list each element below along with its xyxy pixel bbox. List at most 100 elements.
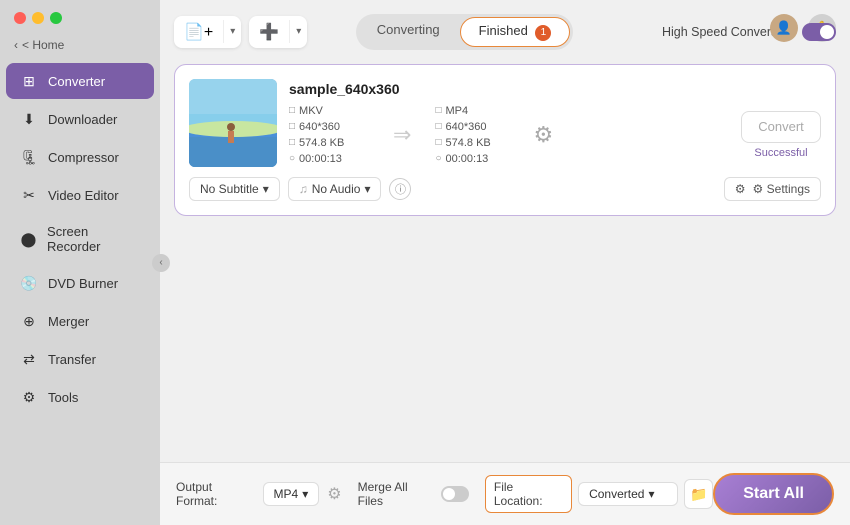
maximize-button[interactable] [50,12,62,24]
output-format-group: Output Format: MP4 ▾ ⚙ [176,480,342,508]
sidebar-item-label: Transfer [48,352,96,367]
traffic-lights [0,0,160,34]
file-header: sample_640x360 □ MKV □ 640*360 □ [189,79,821,167]
chevron-left-icon: ‹ [14,38,18,52]
input-format: □ MKV [289,105,369,117]
file-info: sample_640x360 □ MKV □ 640*360 □ [289,81,821,165]
high-speed-toggle[interactable] [802,23,836,41]
converter-icon: ⊞ [20,72,38,90]
output-meta: □ MP4 □ 640*360 □ 574.8 KB ○ [435,105,515,165]
arrow-icon: ⇒ [393,122,411,148]
add-button[interactable]: ➕ ▾ [249,16,307,48]
output-format-value: MP4 [445,105,468,117]
sidebar-item-converter[interactable]: ⊞ Converter [6,63,154,99]
conversion-status: Successful [754,147,807,159]
subtitle-dropdown[interactable]: No Subtitle ▾ [189,177,280,201]
gear-icon: ⚙ [735,182,746,196]
main-content: 👤 🔔 📄+ ▾ ➕ ▾ Converting Finished 1 [160,0,850,525]
file-location-select[interactable]: Converted ▾ [578,482,678,506]
transfer-icon: ⇄ [20,350,38,368]
minimize-button[interactable] [32,12,44,24]
format-settings-icon[interactable]: ⚙ [327,484,341,504]
collapse-sidebar-button[interactable]: ‹ [152,254,170,272]
output-format-select[interactable]: MP4 ▾ [263,482,320,506]
format-chevron-icon: ▾ [302,487,308,501]
output-format: □ MP4 [435,105,515,117]
sidebar-item-label: Screen Recorder [47,224,140,254]
clock-icon: ○ [289,153,295,164]
audio-chevron-icon: ▾ [364,182,370,196]
sidebar-item-video-editor[interactable]: ✂ Video Editor [6,177,154,213]
folder-icon: 📁 [690,486,707,503]
home-label: < Home [22,38,64,52]
file-title: sample_640x360 [289,81,821,97]
file-card: sample_640x360 □ MKV □ 640*360 □ [174,64,836,216]
info-button[interactable]: ⓘ [389,178,411,200]
downloader-icon: ⬇ [20,110,38,128]
output-resolution-icon: □ [435,121,441,132]
file-location-group: File Location: Converted ▾ 📁 [485,475,713,513]
screen-recorder-icon: ⬤ [20,230,37,248]
sidebar-item-screen-recorder[interactable]: ⬤ Screen Recorder [6,215,154,263]
output-resolution: □ 640*360 [435,121,515,133]
video-editor-icon: ✂ [20,186,38,204]
sidebar-item-tools[interactable]: ⚙ Tools [6,379,154,415]
convert-button-area: Convert Successful [729,111,821,159]
tab-finished-label: Finished [479,23,528,38]
file-meta: □ MKV □ 640*360 □ 574.8 KB ○ [289,105,821,165]
settings-button[interactable]: ⚙ ⚙ Settings [724,177,821,201]
file-controls: No Subtitle ▾ ♫ No Audio ▾ ⓘ ⚙ ⚙ Setting… [189,177,821,201]
sidebar-item-label: Converter [48,74,105,89]
audio-value: No Audio [312,182,361,196]
sidebar-item-label: Downloader [48,112,117,127]
merge-label: Merge All Files [358,480,436,508]
start-all-button[interactable]: Start All [713,473,834,515]
input-meta: □ MKV □ 640*360 □ 574.8 KB ○ [289,105,369,165]
compressor-icon: 🗜 [20,148,38,166]
file-location-label: File Location: [485,475,572,513]
input-resolution: □ 640*360 [289,121,369,133]
input-duration: ○ 00:00:13 [289,153,369,165]
resolution-icon: □ [289,121,295,132]
add-chevron-icon: ▾ [289,20,307,43]
sidebar-item-label: Compressor [48,150,119,165]
input-size-value: 574.8 KB [299,137,344,149]
tools-icon: ⚙ [20,388,38,406]
output-size-value: 574.8 KB [445,137,490,149]
tab-converting[interactable]: Converting [359,17,458,47]
bottom-left-controls: Output Format: MP4 ▾ ⚙ Merge All Files F… [176,475,713,513]
output-size: □ 574.8 KB [435,137,515,149]
add-file-button[interactable]: 📄+ ▾ [174,16,241,48]
home-link[interactable]: ‹ < Home [0,34,160,62]
subtitle-value: No Subtitle [200,182,259,196]
output-gear-icon: ⚙ [533,122,553,148]
high-speed-group: High Speed Conversion [662,23,836,41]
sidebar-item-merger[interactable]: ⊕ Merger [6,303,154,339]
sidebar-item-compressor[interactable]: 🗜 Compressor [6,139,154,175]
file-location-chevron-icon: ▾ [648,487,654,501]
dvd-burner-icon: 💿 [20,274,38,292]
convert-button[interactable]: Convert [741,111,821,143]
sidebar-item-dvd-burner[interactable]: 💿 DVD Burner [6,265,154,301]
sidebar-item-downloader[interactable]: ⬇ Downloader [6,101,154,137]
output-duration-value: 00:00:13 [445,153,488,165]
close-button[interactable] [14,12,26,24]
tab-finished[interactable]: Finished 1 [460,17,571,47]
input-size: □ 574.8 KB [289,137,369,149]
output-size-icon: □ [435,137,441,148]
output-clock-icon: ○ [435,153,441,164]
merge-toggle[interactable] [441,486,469,502]
output-duration: ○ 00:00:13 [435,153,515,165]
output-format-label: Output Format: [176,480,255,508]
input-resolution-value: 640*360 [299,121,340,133]
sidebar-item-transfer[interactable]: ⇄ Transfer [6,341,154,377]
user-avatar[interactable]: 👤 [770,14,798,42]
audio-dropdown[interactable]: ♫ No Audio ▾ [288,177,382,201]
merge-files-group: Merge All Files [358,480,469,508]
open-folder-button[interactable]: 📁 [684,479,713,509]
add-file-icon: 📄+ [174,16,223,48]
tab-converting-label: Converting [377,22,440,37]
merger-icon: ⊕ [20,312,38,330]
settings-label: ⚙ Settings [753,182,810,196]
convert-arrow: ⇒ [377,122,427,148]
